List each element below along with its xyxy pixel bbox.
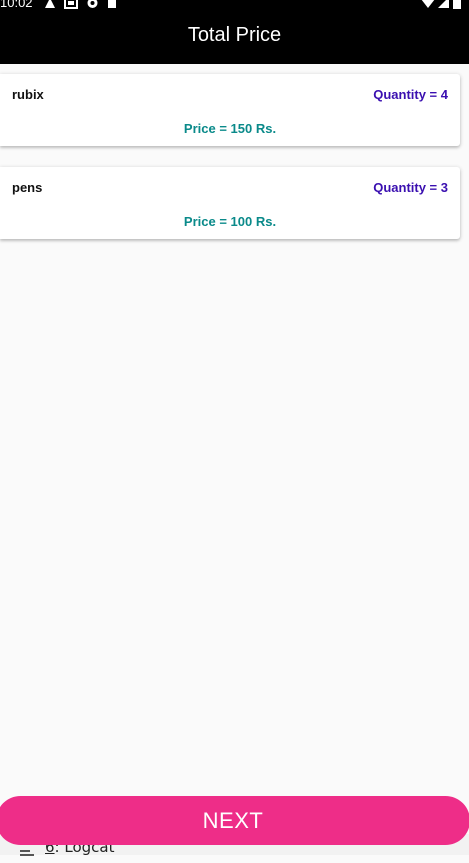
status-time: 10:02 [0, 0, 33, 10]
next-button[interactable]: NEXT [0, 796, 469, 845]
item-name: pens [12, 180, 43, 195]
page-title: Total Price [187, 24, 282, 46]
battery-icon [453, 0, 461, 10]
sd-card-icon [107, 0, 117, 10]
app-bar: Total Price [0, 10, 469, 64]
image-icon [64, 0, 78, 10]
signal-icon [438, 0, 450, 10]
status-bar: 10:02 [0, 0, 469, 10]
item-quantity: Quantity = 3 [373, 180, 448, 195]
sync-icon [86, 0, 99, 10]
status-notification-icons [44, 0, 117, 10]
wifi-icon [421, 0, 435, 10]
item-price: Price = 150 Rs. [183, 121, 277, 136]
item-name: rubix [12, 87, 44, 102]
warning-icon [44, 0, 56, 10]
cart-item-card: pens Quantity = 3 Price = 100 Rs. [0, 167, 460, 239]
logcat-icon [20, 845, 34, 856]
status-system-icons [421, 0, 461, 10]
item-quantity: Quantity = 4 [373, 87, 448, 102]
item-price: Price = 100 Rs. [183, 214, 277, 229]
cart-item-card: rubix Quantity = 4 Price = 150 Rs. [0, 74, 460, 146]
